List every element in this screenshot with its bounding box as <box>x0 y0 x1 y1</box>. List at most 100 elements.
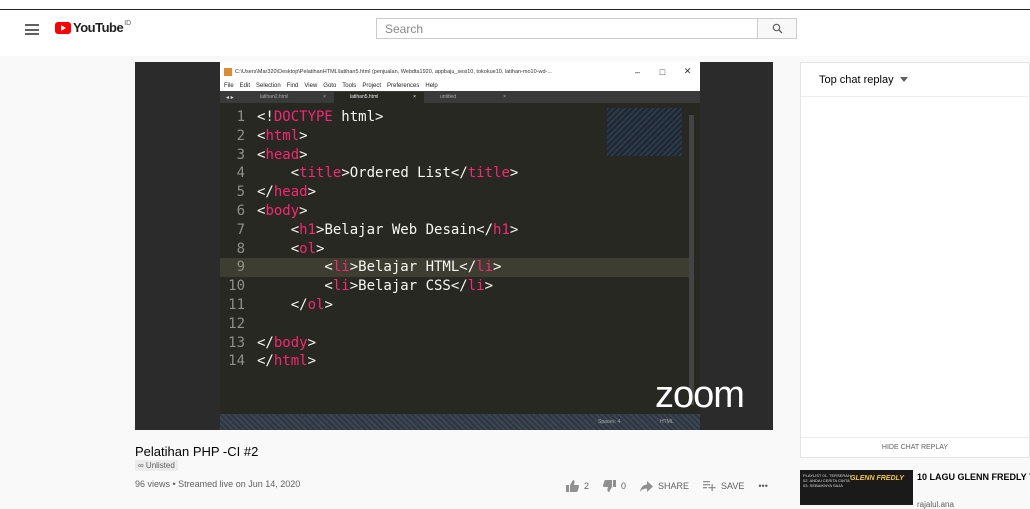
editor-menu-item: Goto <box>323 83 337 89</box>
line-number: 6 <box>236 202 245 219</box>
recommended-video[interactable]: PLAYLIST 01. TERSERAH 02. ANDAI CERITA C… <box>800 470 1030 509</box>
code-tag-name: head <box>265 146 300 163</box>
code-tag-name: li <box>332 259 350 276</box>
code-text: < <box>257 240 300 257</box>
close-button: ✕ <box>683 66 692 76</box>
code-text: >Belajar HTML</ <box>349 259 477 276</box>
dislike-button[interactable]: 0 <box>603 480 626 492</box>
like-button[interactable]: 2 <box>566 480 589 492</box>
code-line: 9 <li>Belajar HTML</li> <box>220 258 690 278</box>
more-icon: ••• <box>758 481 768 491</box>
code-text: < <box>257 278 333 295</box>
editor-menu-bar: File Edit Selection Find View Goto Tools Projec… <box>220 81 700 91</box>
line-number: 2 <box>236 127 245 144</box>
code-line: 5 </head> <box>220 183 690 202</box>
code-tag-name: DOCTYPE <box>273 109 333 125</box>
editor-menu-item: Tools <box>342 83 357 89</box>
line-number: 4 <box>236 165 245 182</box>
save-label: SAVE <box>721 481 745 491</box>
thumbs-down-icon <box>603 480 617 492</box>
editor-tab: latihan2.html × <box>244 92 334 103</box>
editor-menu-item: View <box>304 83 318 89</box>
dislike-count: 0 <box>621 481 627 491</box>
code-text: > <box>299 202 308 219</box>
code-tag-name: body <box>265 202 300 219</box>
code-text: </ <box>257 334 274 351</box>
code-text: > <box>493 259 502 276</box>
recommended-video-title[interactable]: 10 LAGU GLENN FREDLY TERBAIK | ENAK DIDE… <box>917 472 1030 483</box>
editor-scrollbar <box>689 115 694 405</box>
code-line: 7 <h1>Belajar Web Desain</h1> <box>220 221 690 240</box>
editor-tab: untitled × <box>424 92 514 103</box>
hide-chat-replay-button[interactable]: HIDE CHAT REPLAY <box>801 437 1029 457</box>
editor-menu-item: Edit <box>239 83 251 89</box>
line-number: 1 <box>236 109 245 125</box>
editor-status-bar: Spaces: 4 HTML <box>220 414 700 430</box>
zoom-watermark: zoom <box>655 374 745 416</box>
line-number: 8 <box>236 240 245 257</box>
video-title: Pelatihan PHP -CI #2 <box>135 444 259 459</box>
line-number: 12 <box>228 315 245 332</box>
video-thumbnail[interactable]: PLAYLIST 01. TERSERAH 02. ANDAI CERITA C… <box>800 470 913 505</box>
editor-menu-item: Selection <box>256 83 281 89</box>
video-player[interactable]: C:\Users\Mar320\Desktop\PelatihanHTML\la… <box>135 62 773 430</box>
code-text: >Belajar Web Desain</ <box>316 221 494 238</box>
tab-close-icon: × <box>413 94 416 100</box>
line-number: 5 <box>236 184 245 201</box>
tab-close-icon: × <box>503 94 506 100</box>
code-line: 4 <title>Ordered List</title> <box>220 164 690 183</box>
status-syntax: HTML <box>660 419 674 425</box>
search-button[interactable] <box>757 18 797 39</box>
code-text: > <box>299 127 308 144</box>
code-line: 14 </html> <box>220 352 690 371</box>
video-actions: 2 0 SHARE SAVE ••• <box>566 480 782 492</box>
code-tag-name: ol <box>307 296 325 313</box>
editor-menu-item: Preferences <box>387 83 420 89</box>
menu-icon[interactable] <box>25 24 39 35</box>
code-tag-name: li <box>332 278 350 295</box>
chat-replay-panel: Top chat replay HIDE CHAT REPLAY <box>800 62 1030 458</box>
code-text: > <box>484 278 494 295</box>
line-number: 3 <box>236 146 245 163</box>
editor-menu-item: Project <box>362 83 381 89</box>
chat-mode-dropdown[interactable]: Top chat replay <box>801 63 1029 97</box>
code-tag-name: li <box>467 278 485 295</box>
code-tag-name: li <box>476 259 494 276</box>
sublime-icon <box>224 67 232 76</box>
search-icon <box>772 23 782 34</box>
code-text: > <box>307 334 317 351</box>
search-input[interactable]: Search <box>376 18 758 39</box>
code-text: > <box>299 146 308 163</box>
code-tag-name: body <box>273 334 308 351</box>
code-text: > <box>307 353 317 370</box>
code-tag-name: html <box>265 127 300 144</box>
editor-menu-item: Help <box>425 83 438 89</box>
editor-tab: latihan5.html × <box>334 91 424 103</box>
more-actions-button[interactable]: ••• <box>758 481 767 491</box>
logo-text: YouTube <box>73 20 124 35</box>
status-spaces: Spaces: 4 <box>598 419 621 425</box>
editor-menu-item: File <box>224 83 234 89</box>
minimap <box>607 108 682 156</box>
code-tag-name: h1 <box>299 221 317 238</box>
thumbnail-playlist-text: PLAYLIST 01. TERSERAH 02. ANDAI CERITA C… <box>803 473 851 488</box>
code-line: 12 <box>220 315 690 334</box>
save-button[interactable]: SAVE <box>703 481 744 491</box>
play-logo-icon <box>55 21 71 34</box>
line-number: 7 <box>236 221 245 238</box>
code-text: > <box>324 296 333 313</box>
code-tag-name: h1 <box>493 221 510 238</box>
maximize-button: □ <box>659 66 666 77</box>
code-tag-name: head <box>273 184 308 201</box>
top-bar: YouTube ID Search <box>0 0 1030 56</box>
top-divider <box>0 9 1030 10</box>
youtube-logo[interactable]: YouTube ID <box>55 20 131 35</box>
code-line: 13 </body> <box>220 334 690 353</box>
editor-title-path: C:\Users\Mar320\Desktop\PelatihanHTML\la… <box>235 68 552 75</box>
code-text: > <box>509 165 519 182</box>
code-line: 11 </ol> <box>220 296 690 315</box>
code-text: </ <box>257 184 274 201</box>
tab-close-icon: × <box>323 94 326 100</box>
share-button[interactable]: SHARE <box>640 480 689 492</box>
tab-nav-arrows-icon: ◂ ▸ <box>226 94 234 101</box>
